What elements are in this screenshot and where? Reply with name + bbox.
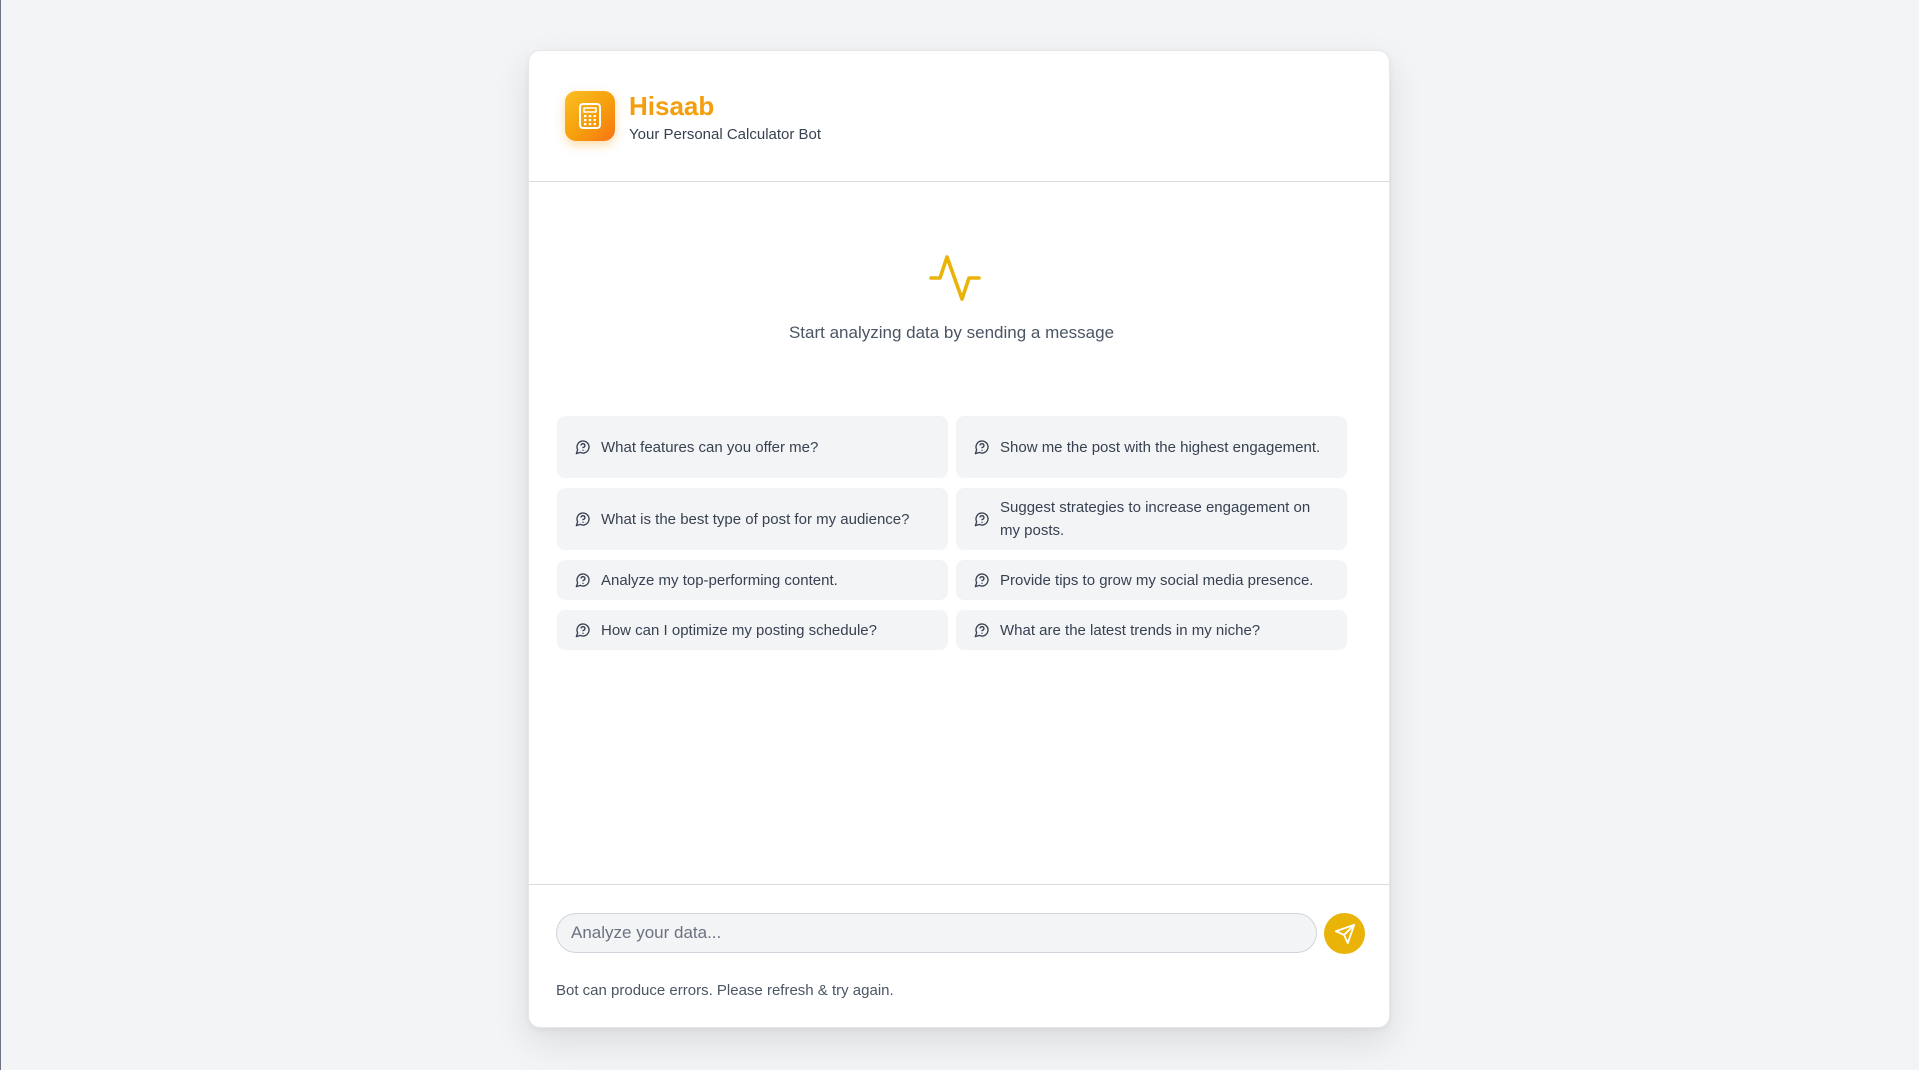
suggestion-chip[interactable]: What are the latest trends in my niche? — [956, 610, 1347, 650]
empty-state-message: Start analyzing data by sending a messag… — [788, 323, 1115, 342]
message-circle-question-icon — [974, 622, 990, 638]
message-circle-question-icon — [575, 622, 591, 638]
chat-card: Hisaab Your Personal Calculator Bot Star… — [528, 50, 1390, 1028]
send-icon — [1334, 923, 1356, 945]
message-circle-question-icon — [974, 439, 990, 455]
suggestion-text: Provide tips to grow my social media pre… — [1000, 571, 1314, 589]
suggestion-text: Suggest strategies to increase engagemen… — [1000, 499, 1311, 539]
message-circle-question-icon — [974, 511, 990, 527]
message-input[interactable] — [556, 913, 1317, 953]
message-circle-question-icon — [575, 572, 591, 588]
send-button[interactable] — [1324, 913, 1365, 954]
suggestion-chip[interactable]: What is the best type of post for my aud… — [557, 488, 948, 550]
suggestion-chip[interactable]: Show me the post with the highest engage… — [956, 416, 1347, 478]
calculator-icon — [565, 91, 615, 141]
suggestion-text: What features can you offer me? — [601, 438, 819, 456]
message-circle-question-icon — [575, 511, 591, 527]
chat-header: Hisaab Your Personal Calculator Bot — [529, 51, 1389, 182]
suggestion-text: How can I optimize my posting schedule? — [601, 621, 877, 639]
app-subtitle: Your Personal Calculator Bot — [629, 126, 822, 143]
activity-pulse-icon — [928, 251, 982, 305]
suggestion-chip[interactable]: How can I optimize my posting schedule? — [557, 610, 948, 650]
suggestion-chip[interactable]: Suggest strategies to increase engagemen… — [956, 488, 1347, 550]
suggestion-text: What is the best type of post for my aud… — [601, 510, 910, 528]
suggestion-text: Analyze my top-performing content. — [601, 571, 838, 589]
suggestion-text: Show me the post with the highest engage… — [1000, 438, 1321, 456]
suggestion-chip[interactable]: Provide tips to grow my social media pre… — [956, 560, 1347, 600]
suggestion-text: What are the latest trends in my niche? — [1000, 621, 1261, 639]
window-edge — [0, 0, 1, 1070]
message-circle-question-icon — [575, 439, 591, 455]
disclaimer-text: Bot can produce errors. Please refresh &… — [556, 982, 894, 999]
suggestion-chip[interactable]: What features can you offer me? — [557, 416, 948, 478]
app-title: Hisaab — [629, 91, 715, 121]
suggestion-chip[interactable]: Analyze my top-performing content. — [557, 560, 948, 600]
composer-divider — [529, 884, 1389, 885]
message-circle-question-icon — [974, 572, 990, 588]
